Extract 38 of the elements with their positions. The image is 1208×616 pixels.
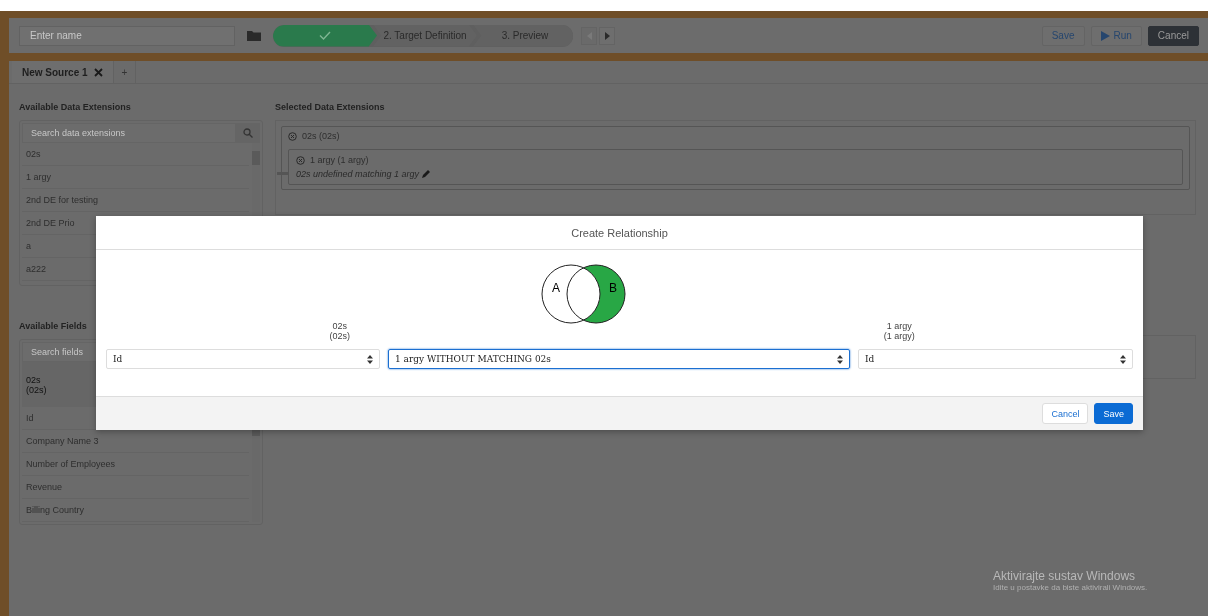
dialog-title: Create Relationship [571, 226, 668, 239]
field-select[interactable]: Id [106, 349, 380, 369]
group-name: 02s [26, 374, 42, 385]
source-subtitle: (1 argy) [883, 331, 915, 341]
play-icon [1100, 30, 1110, 41]
remove-icon [288, 131, 297, 141]
next-button[interactable] [599, 26, 615, 45]
group-subtitle: (02s) [26, 384, 48, 395]
relationship-text: 02s undefined matching 1 argy [296, 169, 420, 179]
pencil-icon [421, 169, 432, 179]
source-subtitle: (02s) [329, 331, 350, 341]
source-name: 1 argy [886, 321, 912, 331]
search-icon [236, 123, 260, 143]
right-triangle-icon [604, 31, 610, 40]
check-icon [319, 31, 331, 40]
save-button[interactable]: Save [1094, 403, 1133, 424]
section-title: Available Fields [19, 320, 88, 333]
folder-icon [247, 30, 261, 41]
list-item[interactable]: 1 argy [22, 166, 249, 189]
search-field[interactable]: Search data extensions [22, 123, 236, 143]
cancel-button[interactable]: Cancel [1042, 403, 1089, 424]
save-button[interactable]: Save [1041, 25, 1085, 46]
run-button[interactable]: Run [1090, 25, 1142, 46]
set-label: B [608, 281, 617, 295]
source-name: 02s [332, 321, 347, 331]
sort-arrows-icon [1120, 354, 1126, 364]
section-title: Available Data Extensions [19, 101, 132, 114]
field-select[interactable]: Id [858, 349, 1133, 369]
section-title: Selected Data Extensions [275, 101, 386, 114]
name-field[interactable]: Enter name [19, 25, 235, 46]
join-type-select[interactable]: 1 argy WITHOUT MATCHING 02s [388, 349, 850, 369]
add-tab-button[interactable]: + [113, 61, 137, 83]
cancel-button[interactable]: Cancel [1147, 25, 1199, 46]
remove-icon [296, 155, 305, 165]
sort-arrows-icon [837, 354, 843, 364]
activation-title: Aktivirajte sustav Windows [993, 569, 1137, 583]
sort-arrows-icon [367, 354, 373, 364]
set-label: A [551, 281, 560, 295]
